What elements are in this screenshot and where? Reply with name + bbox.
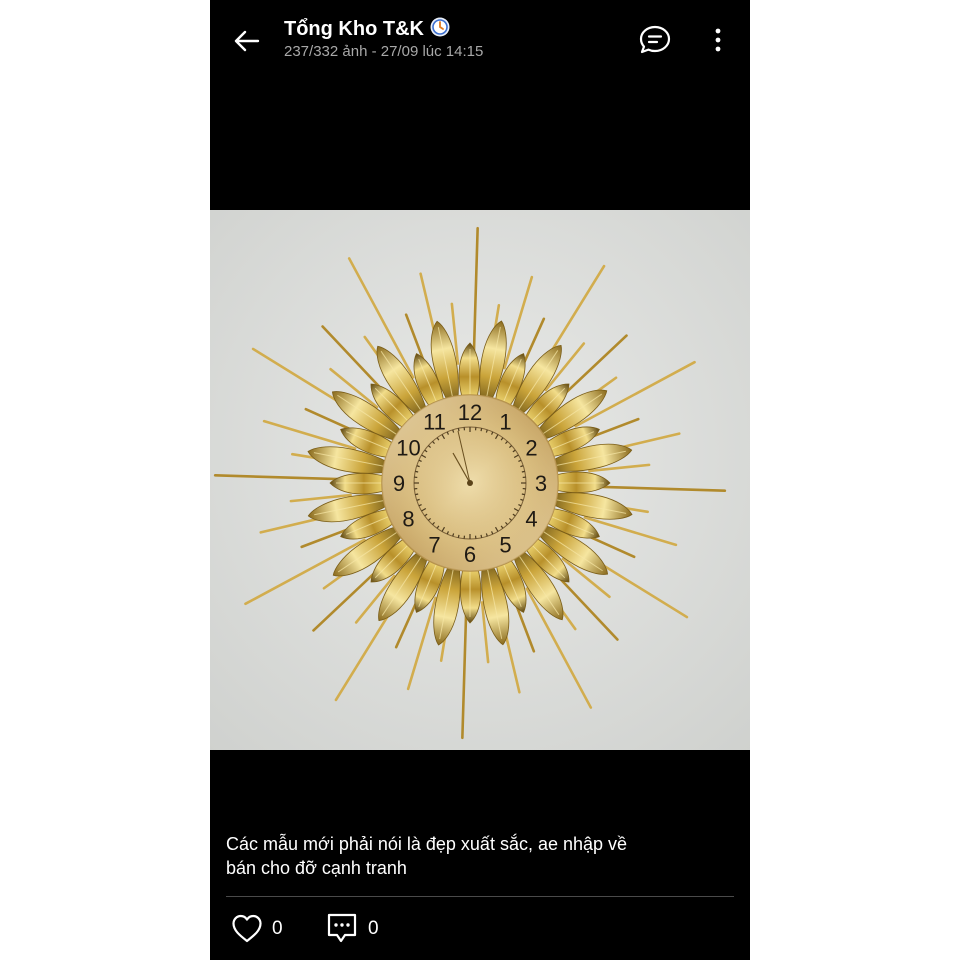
divider — [226, 896, 734, 897]
clock-numeral: 5 — [499, 532, 511, 557]
clock-numeral: 4 — [525, 507, 537, 532]
minute-tick — [415, 493, 419, 496]
post-caption: Các mẫu mới phải nói là đẹp xuất sắc, ae… — [226, 832, 666, 880]
minute-tick — [457, 428, 460, 432]
clock-photo: 12 12 3 45678 9 1011 — [210, 210, 750, 750]
caption-line: Các mẫu mới phải nói là đẹp xuất sắc, ae… — [226, 834, 628, 854]
clock-numeral: 9 — [393, 471, 405, 496]
clock-numeral: 3 — [535, 471, 547, 496]
clock-numeral: 10 — [396, 436, 420, 461]
page-title: Tổng Kho T&K — [284, 17, 450, 41]
heart-outline-icon — [232, 914, 262, 943]
minute-tick — [415, 470, 419, 473]
minute-tick — [480, 428, 483, 432]
verified-badge-icon — [430, 17, 450, 37]
reaction-bar: 0 0 — [210, 908, 750, 952]
clock-numeral: 2 — [525, 436, 537, 461]
top-bar: Tổng Kho T&K 237/332 ảnh - 27/09 lúc 14:… — [210, 0, 750, 80]
comment-button[interactable] — [324, 910, 360, 946]
clock-numeral: 12 — [458, 400, 482, 425]
caption-line: bán cho đỡ cạnh tranh — [226, 858, 407, 878]
more-options-button[interactable] — [708, 24, 728, 56]
clock-numeral: 8 — [402, 507, 414, 532]
photo-meta: 237/332 ảnh - 27/09 lúc 14:15 — [284, 43, 484, 60]
minute-tick — [521, 470, 525, 473]
clock-numeral: 6 — [464, 542, 476, 567]
photo[interactable]: 12 1 2 3 4 5 6 7 8 9 10 11 — [210, 210, 750, 750]
clock-numeral: 1 — [499, 410, 511, 435]
comment-count: 0 — [368, 918, 379, 939]
back-button[interactable] — [232, 26, 262, 56]
more-vertical-icon — [715, 28, 721, 52]
minute-tick — [521, 493, 525, 496]
comment-outline-icon — [327, 913, 357, 943]
minute-tick — [480, 534, 483, 538]
clock-numeral: 11 — [423, 410, 446, 435]
arrow-left-icon — [234, 30, 260, 52]
clock-numeral: 7 — [428, 532, 440, 557]
comments-button[interactable] — [638, 24, 672, 56]
photo-viewer: Tổng Kho T&K 237/332 ảnh - 27/09 lúc 14:… — [210, 0, 750, 960]
minute-tick — [457, 534, 460, 538]
like-count: 0 — [272, 918, 283, 939]
comment-bubble-icon — [639, 25, 671, 54]
album-title: Tổng Kho T&K — [284, 18, 424, 40]
like-button[interactable] — [230, 912, 264, 946]
